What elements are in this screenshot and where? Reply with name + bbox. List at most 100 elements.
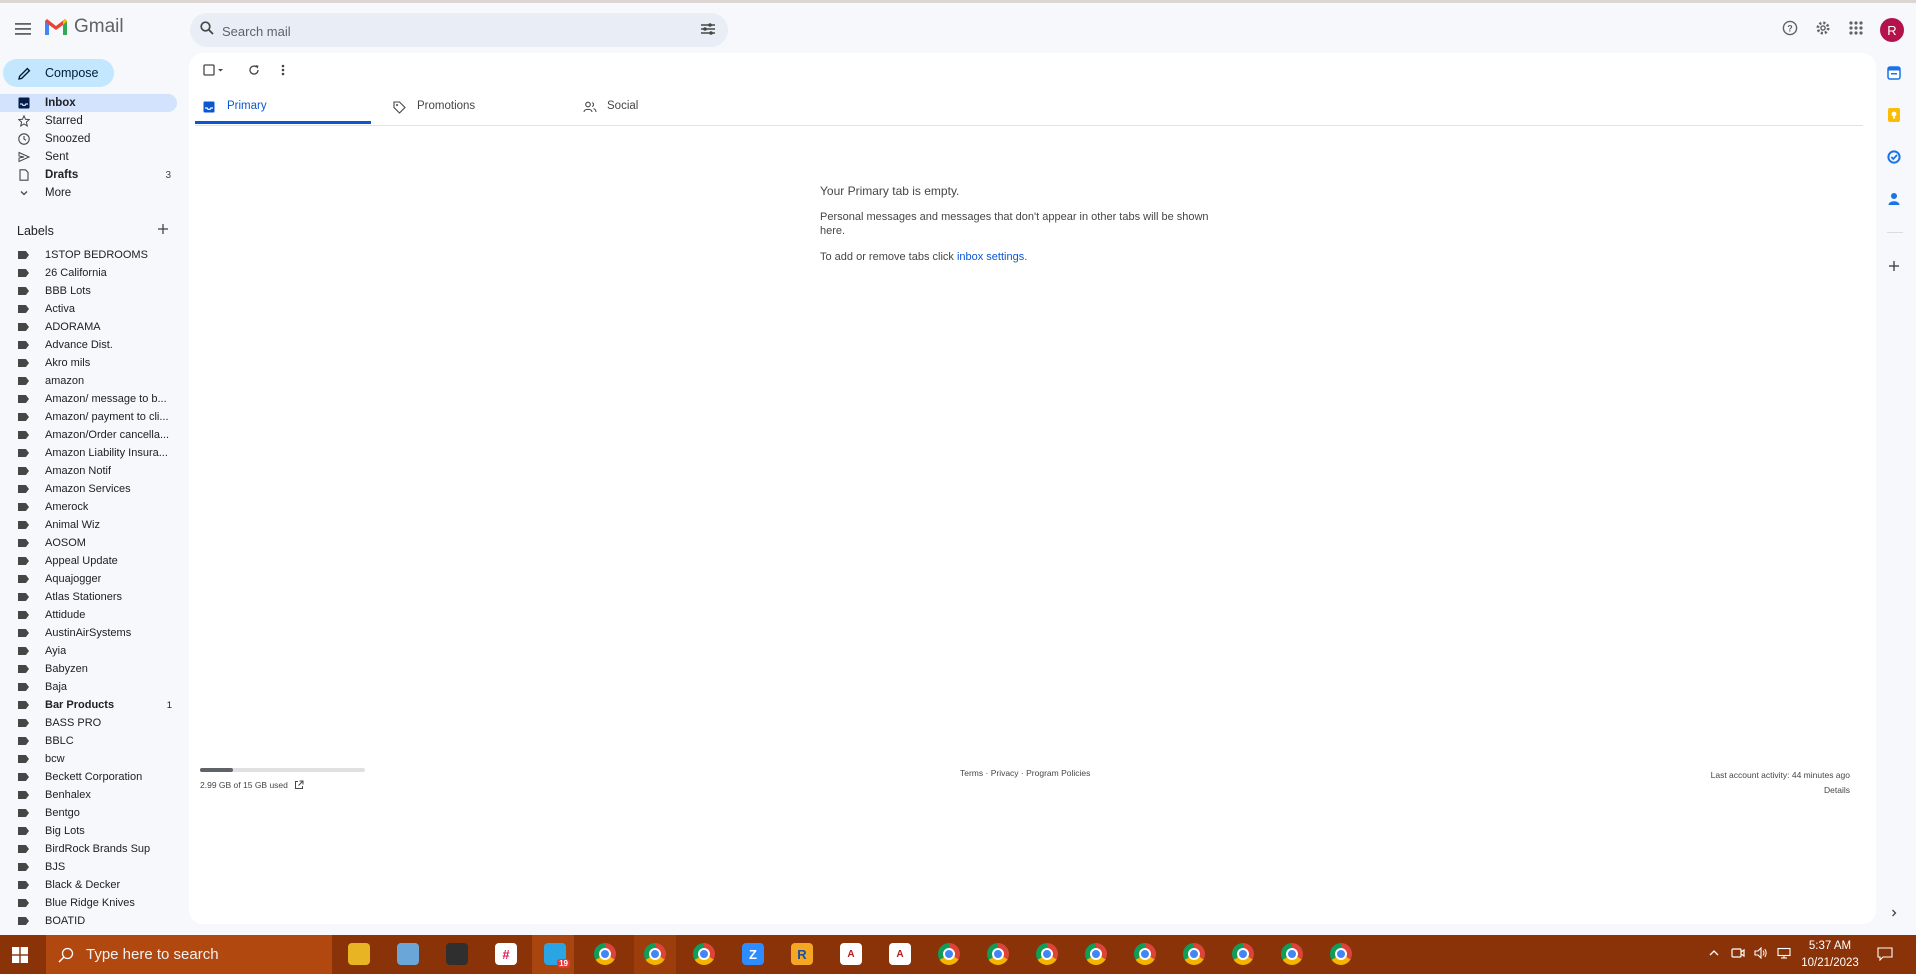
chrome-profile-icon[interactable]: [987, 943, 1009, 965]
label-item[interactable]: BBLC: [0, 732, 180, 750]
network-icon[interactable]: [1777, 947, 1791, 959]
tab-promotions[interactable]: Promotions: [385, 89, 561, 124]
nav-item-starred[interactable]: Starred: [0, 112, 177, 130]
nav-item-sent[interactable]: Sent: [0, 148, 177, 166]
chrome-profile-icon[interactable]: [1085, 943, 1107, 965]
label-item[interactable]: Beckett Corporation: [0, 768, 180, 786]
label-item[interactable]: Amazon/ message to b...: [0, 390, 180, 408]
label-item[interactable]: Attidude: [0, 606, 180, 624]
google-apps-icon[interactable]: [1846, 18, 1866, 38]
label-item[interactable]: BOATID: [0, 912, 180, 930]
label-item[interactable]: Big Lots: [0, 822, 180, 840]
label-item[interactable]: BJS: [0, 858, 180, 876]
r-app-icon[interactable]: R: [791, 943, 813, 965]
label-item[interactable]: BBB Lots: [0, 282, 180, 300]
footer-policies[interactable]: Terms · Privacy · Program Policies: [960, 768, 1090, 778]
settings-gear-icon[interactable]: [1813, 18, 1833, 38]
label-item[interactable]: Ayia: [0, 642, 180, 660]
label-item[interactable]: Babyzen: [0, 660, 180, 678]
taskbar-search[interactable]: Type here to search: [46, 935, 332, 974]
mail-app-icon[interactable]: 19: [544, 943, 570, 968]
more-options-icon[interactable]: [281, 63, 285, 77]
gmail-logo[interactable]: Gmail: [44, 16, 124, 38]
tab-primary[interactable]: Primary: [195, 89, 371, 124]
chrome-profile-icon[interactable]: [1330, 943, 1352, 965]
chrome-profile-icon[interactable]: [1183, 943, 1205, 965]
chrome-profile-icon[interactable]: [1281, 943, 1303, 965]
label-item[interactable]: Amerock: [0, 498, 180, 516]
label-item[interactable]: BirdRock Brands Sup: [0, 840, 180, 858]
account-avatar[interactable]: R: [1880, 18, 1904, 42]
label-item[interactable]: Bar Products 1: [0, 696, 180, 714]
nav-item-inbox[interactable]: Inbox: [0, 94, 177, 112]
label-item[interactable]: Amazon Notif: [0, 462, 180, 480]
label-item[interactable]: bcw: [0, 750, 180, 768]
nav-item-snoozed[interactable]: Snoozed: [0, 130, 177, 148]
chrome-profile-icon[interactable]: [1036, 943, 1058, 965]
volume-icon[interactable]: [1754, 947, 1768, 959]
notepad-icon[interactable]: [397, 943, 419, 965]
chrome-profile-icon[interactable]: [693, 943, 715, 965]
taskbar-clock[interactable]: 5:37 AM 10/21/2023: [1790, 938, 1870, 972]
label-item[interactable]: Black & Decker: [0, 876, 180, 894]
chrome-icon[interactable]: [594, 943, 616, 965]
chrome-profile-icon[interactable]: [1232, 943, 1254, 965]
tab-social[interactable]: Social: [575, 89, 751, 124]
show-side-panel-icon[interactable]: [1886, 905, 1902, 921]
label-item[interactable]: Amazon Services: [0, 480, 180, 498]
windows-start-icon[interactable]: [12, 947, 28, 963]
notifications-icon[interactable]: [1877, 947, 1893, 961]
slack-icon[interactable]: #: [495, 943, 517, 965]
contacts-icon[interactable]: [1886, 191, 1902, 207]
label-item[interactable]: Amazon Liability Insura...: [0, 444, 180, 462]
nav-item-drafts[interactable]: Drafts 3: [0, 166, 177, 184]
label-item[interactable]: Akro mils: [0, 354, 180, 372]
label-item[interactable]: BASS PRO: [0, 714, 180, 732]
label-item[interactable]: AustinAirSystems: [0, 624, 180, 642]
add-label-icon[interactable]: [157, 223, 169, 235]
label-item[interactable]: Baja: [0, 678, 180, 696]
label-item[interactable]: Appeal Update: [0, 552, 180, 570]
label-item[interactable]: Amazon/Order cancella...: [0, 426, 180, 444]
search-input[interactable]: [220, 13, 664, 49]
calculator-icon[interactable]: [446, 943, 468, 965]
label-item[interactable]: Bentgo: [0, 804, 180, 822]
label-item[interactable]: 26 California: [0, 264, 180, 282]
label-item[interactable]: Benhalex: [0, 786, 180, 804]
label-item[interactable]: Blue Ridge Knives: [0, 894, 180, 912]
add-addon-icon[interactable]: [1886, 258, 1902, 274]
select-all-checkbox[interactable]: [203, 63, 225, 77]
calendar-icon[interactable]: [1886, 65, 1902, 81]
label-item[interactable]: Atlas Stationers: [0, 588, 180, 606]
tasks-icon[interactable]: [1886, 149, 1902, 165]
label-item[interactable]: Amazon/ payment to cli...: [0, 408, 180, 426]
search-bar[interactable]: [190, 13, 728, 49]
file-explorer-icon[interactable]: [348, 943, 370, 965]
label-item[interactable]: Aquajogger: [0, 570, 180, 588]
search-icon[interactable]: [200, 21, 214, 35]
nav-item-more[interactable]: More: [0, 184, 177, 202]
document-app-icon[interactable]: A: [840, 943, 862, 965]
chrome-profile-icon[interactable]: [644, 943, 666, 965]
search-options-icon[interactable]: [700, 22, 716, 36]
label-item[interactable]: AOSOM: [0, 534, 180, 552]
label-item[interactable]: amazon: [0, 372, 180, 390]
compose-button[interactable]: Compose: [3, 59, 114, 87]
label-item[interactable]: Advance Dist.: [0, 336, 180, 354]
open-external-icon[interactable]: [294, 780, 304, 790]
keep-icon[interactable]: [1886, 107, 1902, 123]
show-hidden-icons-icon[interactable]: [1708, 947, 1720, 959]
details-link[interactable]: Details: [1711, 783, 1850, 798]
meet-now-icon[interactable]: [1731, 947, 1745, 959]
main-menu-icon[interactable]: [10, 16, 36, 42]
label-item[interactable]: 1STOP BEDROOMS: [0, 246, 180, 264]
label-item[interactable]: Animal Wiz: [0, 516, 180, 534]
help-icon[interactable]: ?: [1780, 18, 1800, 38]
chrome-profile-icon[interactable]: [1134, 943, 1156, 965]
document-app-icon[interactable]: A: [889, 943, 911, 965]
zoom-icon[interactable]: Z: [742, 943, 764, 965]
refresh-icon[interactable]: [248, 63, 260, 77]
inbox-settings-link[interactable]: inbox settings: [957, 251, 1024, 263]
label-item[interactable]: Activa: [0, 300, 180, 318]
chrome-profile-icon[interactable]: [938, 943, 960, 965]
